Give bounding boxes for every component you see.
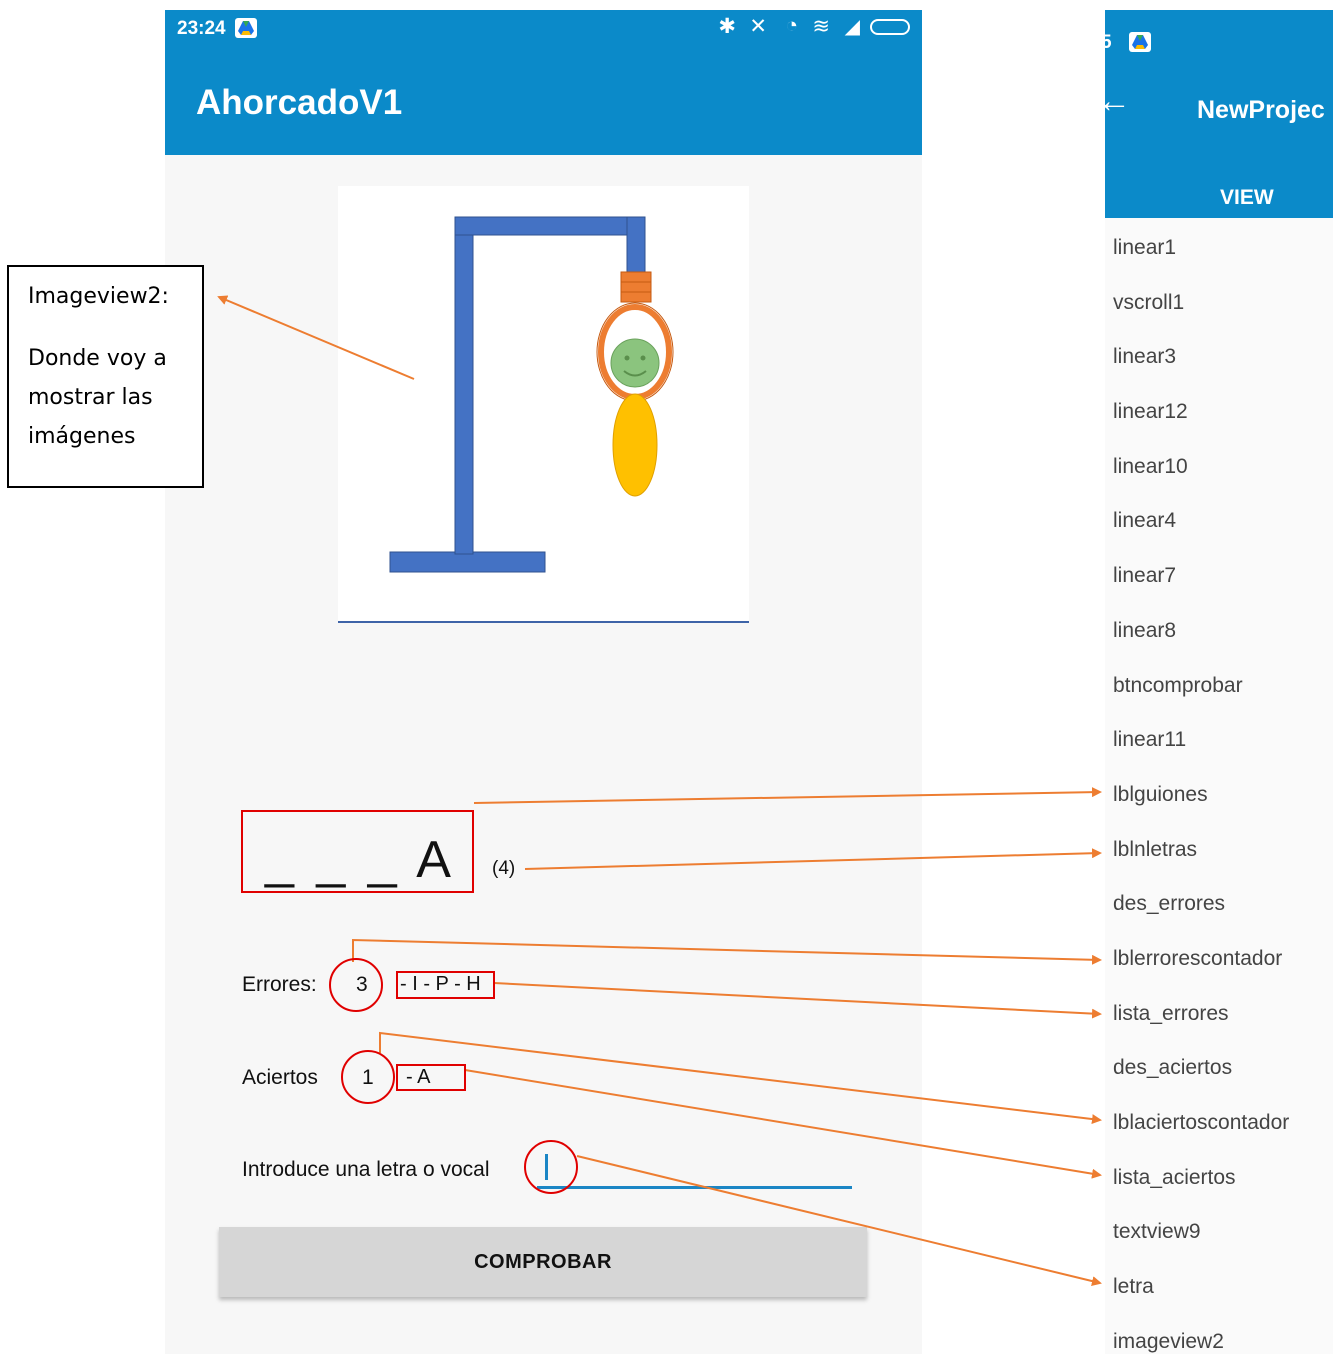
highlight-errores-list xyxy=(396,971,495,999)
highlight-guiones xyxy=(241,810,474,893)
arrow-lista-aciertos xyxy=(464,1069,1102,1179)
arrow-lblerrorescontador xyxy=(352,938,1102,965)
annotation-overlay xyxy=(217,295,1102,1286)
arrow-lblnletras xyxy=(524,848,1102,870)
arrow-letra xyxy=(576,1155,1102,1286)
arrow-lblguiones xyxy=(473,787,1102,804)
highlight-errores-count xyxy=(329,958,383,1012)
highlight-aciertos-list xyxy=(396,1064,466,1091)
arrow-lblaciertoscontador xyxy=(379,1031,1102,1125)
arrow-imageview2 xyxy=(217,295,415,380)
highlight-aciertos-count xyxy=(341,1050,395,1104)
highlight-letra xyxy=(524,1140,578,1194)
arrow-lista-errores xyxy=(493,982,1102,1019)
